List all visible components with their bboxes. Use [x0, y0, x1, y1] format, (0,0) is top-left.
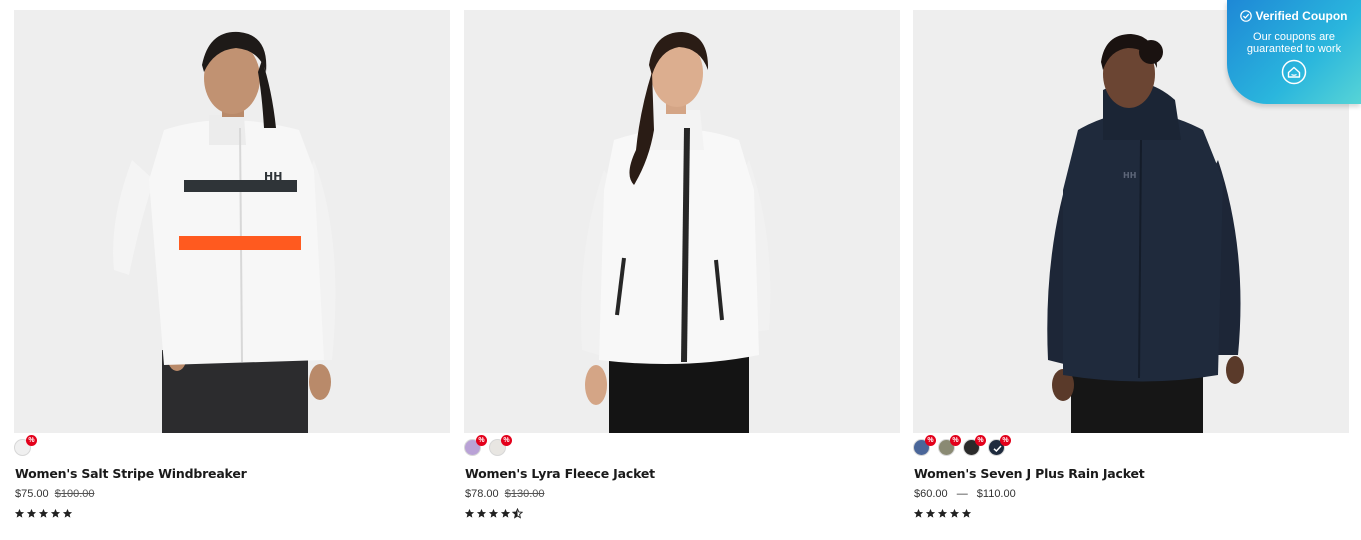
sale-badge: % [950, 435, 961, 446]
coupon-title: Verified Coupon [1227, 9, 1361, 23]
check-circle-icon [1240, 10, 1253, 22]
star-icon [62, 509, 73, 518]
color-swatches: %%%% [913, 435, 1349, 462]
price-separator: — [956, 488, 968, 500]
sale-badge: % [26, 435, 37, 446]
star-icon [949, 509, 960, 518]
star-icon [26, 509, 37, 518]
product-price: $75.00 $100.00 [15, 488, 450, 500]
star-icon [464, 509, 475, 518]
rating-stars [14, 506, 450, 520]
color-swatches: % [14, 435, 450, 462]
color-swatch[interactable]: % [913, 435, 936, 456]
color-swatch[interactable]: % [988, 435, 1011, 456]
star-icon [913, 509, 924, 518]
half-star-icon [512, 508, 523, 519]
original-price: $130.00 [504, 488, 545, 500]
coupon-line-2: guaranteed to work [1246, 43, 1342, 55]
product-name[interactable]: Women's Lyra Fleece Jacket [465, 466, 900, 481]
product-image-salt-stripe-windbreaker[interactable]: HH [14, 10, 450, 433]
star-icon [937, 509, 948, 518]
color-swatch[interactable]: % [489, 435, 512, 456]
star-icon [925, 509, 936, 518]
home-chat-icon[interactable] [1281, 59, 1307, 85]
product-card[interactable]: %% Women's Lyra Fleece Jacket $78.00 $13… [464, 10, 900, 520]
coupon-subtitle: Our coupons are guaranteed to work [1227, 31, 1361, 55]
color-swatch[interactable]: % [938, 435, 961, 456]
product-photo: HH [113, 31, 336, 433]
sale-badge: % [501, 435, 512, 446]
color-swatch[interactable]: % [464, 435, 487, 456]
product-name[interactable]: Women's Salt Stripe Windbreaker [15, 466, 450, 481]
product-card[interactable]: HH % Women's Salt Stripe Windbreaker $75… [14, 10, 450, 520]
product-image-lyra-fleece-jacket[interactable] [464, 10, 900, 433]
product-name[interactable]: Women's Seven J Plus Rain Jacket [914, 466, 1349, 481]
sale-badge: % [1000, 435, 1011, 446]
color-swatch[interactable]: % [963, 435, 986, 456]
star-icon [38, 509, 49, 518]
product-photo [580, 32, 771, 433]
verified-coupon-widget[interactable]: Verified Coupon Our coupons are guarante… [1227, 0, 1361, 104]
coupon-line-1: Our coupons are [1253, 31, 1335, 43]
sale-badge: % [925, 435, 936, 446]
price-from: $60.00 [914, 488, 948, 500]
original-price: $100.00 [54, 488, 95, 500]
sale-price: $75.00 [15, 488, 49, 500]
color-swatch[interactable]: % [14, 435, 37, 456]
svg-text:HH: HH [264, 170, 282, 183]
rating-stars [464, 506, 900, 520]
product-price: $78.00 $130.00 [465, 488, 900, 500]
sale-price: $78.00 [465, 488, 499, 500]
color-swatches: %% [464, 435, 900, 462]
sale-badge: % [476, 435, 487, 446]
star-icon [50, 509, 61, 518]
coupon-title-text: Verified Coupon [1255, 9, 1348, 23]
star-icon [476, 509, 487, 518]
star-icon [961, 509, 972, 518]
star-icon [488, 509, 499, 518]
svg-text:HH: HH [1123, 171, 1136, 180]
star-icon [14, 509, 25, 518]
star-icon [500, 509, 511, 518]
product-price: $60.00 — $110.00 [914, 488, 1349, 500]
product-grid: HH % Women's Salt Stripe Windbreaker $75… [14, 10, 1349, 530]
sale-badge: % [975, 435, 986, 446]
price-to: $110.00 [976, 488, 1016, 500]
rating-stars [913, 506, 1349, 520]
